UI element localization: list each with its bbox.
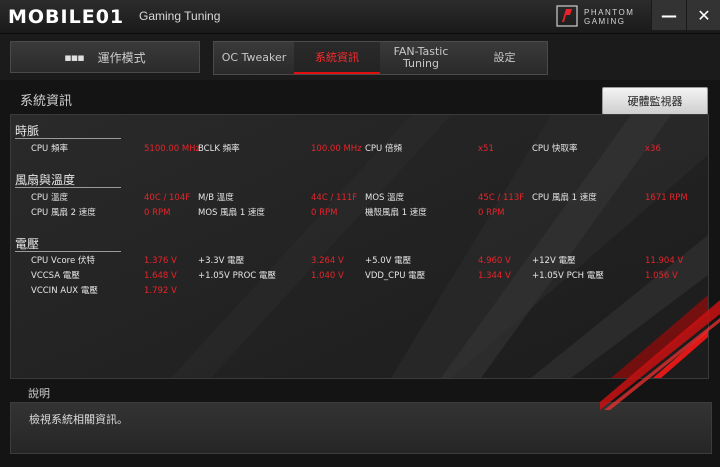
cpu-ratio-label: CPU 倍頻 xyxy=(365,144,402,154)
section-divider xyxy=(15,138,121,139)
cpu-fan1-label: CPU 風扇 1 速度 xyxy=(532,193,597,203)
mos-fan1-value: 0 RPM xyxy=(311,208,338,218)
mos-temp-label: MOS 溫度 xyxy=(365,193,405,203)
brand-line-2: GAMING xyxy=(584,17,626,26)
hardware-monitor-button[interactable]: 硬體監視器 xyxy=(602,87,708,115)
operation-mode-label: 運作模式 xyxy=(97,50,146,65)
cache-ratio-value: x36 xyxy=(645,144,661,154)
section-title-fan-temp: 風扇與溫度 xyxy=(15,173,76,187)
close-button[interactable]: ✕ xyxy=(686,0,720,30)
cpu-temp-label: CPU 溫度 xyxy=(31,193,68,203)
vccin-aux-value: 1.792 V xyxy=(144,286,177,296)
v105-proc-label: +1.05V PROC 電壓 xyxy=(198,271,276,281)
v50-label: +5.0V 電壓 xyxy=(365,256,412,266)
brand-name: PHANTOM GAMING xyxy=(584,8,634,26)
section-title-clock: 時脈 xyxy=(15,124,40,138)
mb-temp-value: 44C / 111F xyxy=(311,193,358,203)
vcore-label: CPU Vcore 伏特 xyxy=(31,256,95,266)
vdd-cpu-value: 1.344 V xyxy=(478,271,511,281)
description-box: 檢視系統相關資訊。 xyxy=(10,402,712,454)
description-title: 說明 xyxy=(28,387,50,400)
nav-bar: ▪▪▪ 運作模式 OC Tweaker 系統資訊 FAN-Tastic Tuni… xyxy=(0,34,720,80)
cpu-freq-label: CPU 頻率 xyxy=(31,144,68,154)
v105-proc-value: 1.040 V xyxy=(311,271,344,281)
mos-fan1-label: MOS 風扇 1 速度 xyxy=(198,208,265,218)
mos-temp-value: 45C / 113F xyxy=(478,193,525,203)
cpu-fan2-label: CPU 風扇 2 速度 xyxy=(31,208,96,218)
vccsa-value: 1.648 V xyxy=(144,271,177,281)
bclk-freq-label: BCLK 頻率 xyxy=(198,144,240,154)
tab-oc-tweaker[interactable]: OC Tweaker xyxy=(214,42,294,74)
vdd-cpu-label: VDD_CPU 電壓 xyxy=(365,271,426,281)
v12-label: +12V 電壓 xyxy=(532,256,576,266)
title-bar: MOBILE01 Gaming Tuning PHANTOM GAMING — … xyxy=(0,0,720,34)
operation-mode-button[interactable]: ▪▪▪ 運作模式 xyxy=(10,41,200,73)
tab-fan-tastic-label: FAN-Tastic Tuning xyxy=(393,45,449,70)
page-title: 系統資訊 xyxy=(20,94,73,109)
cpu-freq-value: 5100.00 MHz xyxy=(144,144,201,154)
vccin-aux-label: VCCIN AUX 電壓 xyxy=(31,286,98,296)
mb-temp-label: M/B 溫度 xyxy=(198,193,234,203)
section-divider xyxy=(15,187,121,188)
vcore-value: 1.376 V xyxy=(144,256,177,266)
tab-settings[interactable]: 設定 xyxy=(462,42,547,74)
cpu-temp-value: 40C / 104F xyxy=(144,193,191,203)
bclk-freq-value: 100.00 MHz xyxy=(311,144,362,154)
cpu-fan1-value: 1671 RPM xyxy=(645,193,688,203)
tab-system-info[interactable]: 系統資訊 xyxy=(294,42,380,74)
main-tabs: OC Tweaker 系統資訊 FAN-Tastic Tuning 設定 xyxy=(213,41,548,75)
tab-fan-tastic-tuning[interactable]: FAN-Tastic Tuning xyxy=(380,42,462,74)
vccsa-label: VCCSA 電壓 xyxy=(31,271,80,281)
section-divider xyxy=(15,251,121,252)
cpu-ratio-value: x51 xyxy=(478,144,494,154)
cache-ratio-label: CPU 快取率 xyxy=(532,144,578,154)
v50-value: 4.960 V xyxy=(478,256,511,266)
grid-icon: ▪▪▪ xyxy=(64,50,84,64)
chassis-fan1-label: 機殼風扇 1 速度 xyxy=(365,208,427,218)
decorative-background xyxy=(171,115,708,378)
phantom-gaming-logo-icon xyxy=(556,5,578,27)
cpu-fan2-value: 0 RPM xyxy=(144,208,171,218)
logo: MOBILE01 xyxy=(8,6,125,28)
system-info-panel: 時脈 CPU 頻率 5100.00 MHz BCLK 頻率 100.00 MHz… xyxy=(10,114,709,379)
app-title: Gaming Tuning xyxy=(139,9,221,23)
v33-label: +3.3V 電壓 xyxy=(198,256,245,266)
description-text: 檢視系統相關資訊。 xyxy=(29,413,128,426)
v12-value: 11.904 V xyxy=(645,256,684,266)
v105-pch-value: 1.056 V xyxy=(645,271,678,281)
minimize-button[interactable]: — xyxy=(651,0,686,30)
brand-line-1: PHANTOM xyxy=(584,8,635,17)
v105-pch-label: +1.05V PCH 電壓 xyxy=(532,271,604,281)
section-title-voltage: 電壓 xyxy=(15,237,40,251)
v33-value: 3.264 V xyxy=(311,256,344,266)
chassis-fan1-value: 0 RPM xyxy=(478,208,505,218)
